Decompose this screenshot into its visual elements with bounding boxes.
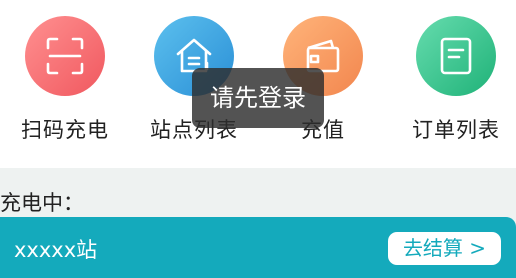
menu-order-list[interactable]: 订单列表 [406, 16, 506, 144]
settle-button[interactable]: 去结算 > [388, 232, 501, 265]
menu-label-order-list: 订单列表 [412, 118, 500, 142]
scan-icon-circle [25, 16, 105, 96]
order-doc-icon [440, 37, 472, 75]
station-name: xxxxx站 [14, 238, 98, 262]
charging-title: 充电中： [0, 191, 84, 215]
order-icon-circle [416, 16, 496, 96]
menu-scan-charge[interactable]: 扫码充电 [15, 16, 115, 144]
login-toast: 请先登录 [192, 68, 324, 128]
scan-icon [46, 37, 84, 75]
menu-label-scan-charge: 扫码充电 [21, 118, 109, 142]
